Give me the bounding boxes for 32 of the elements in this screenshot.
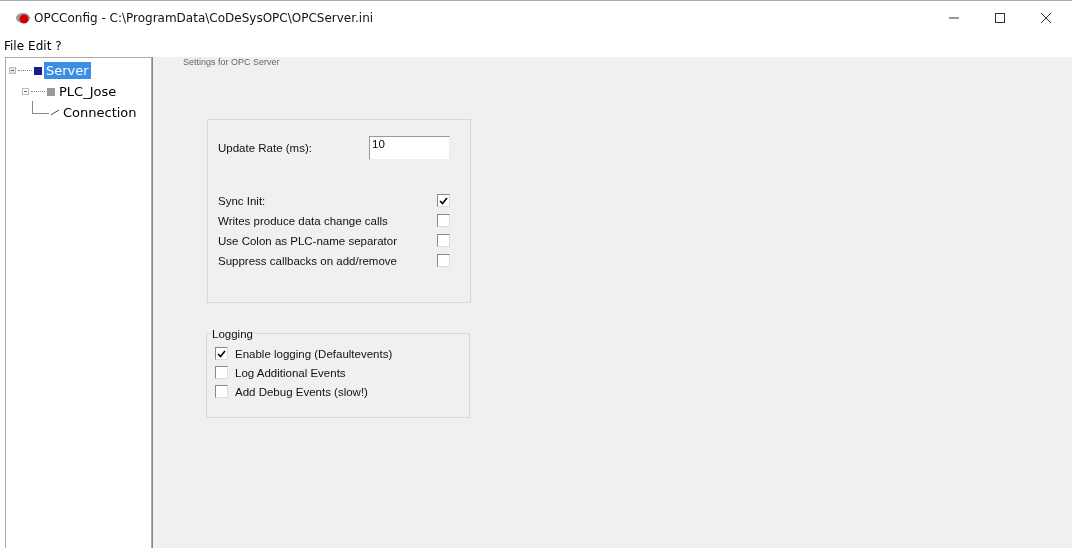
checkbox[interactable] [215,347,228,360]
checkbox[interactable] [215,385,228,398]
option-label: Sync Init: [218,194,266,207]
checkbox[interactable] [437,234,450,247]
field-label: Update Rate (ms): [218,142,312,154]
window-title: OPCConfig - C:\ProgramData\CoDeSysOPC\OPCServer.ini [34,11,374,25]
menu-item[interactable]: ? [55,39,62,53]
checkbox[interactable] [437,194,450,207]
option-label: Enable logging (Defaultevents) [235,347,393,360]
collapse-icon[interactable] [22,88,29,95]
menu-item[interactable]: Edit [28,39,52,53]
group-title: Logging [211,328,254,340]
input-field[interactable]: 10 [369,136,450,160]
connection-icon [51,109,59,116]
menu-item[interactable]: File [4,39,25,53]
option-label: Use Colon as PLC-name separator [218,234,397,247]
app-icon [16,12,30,24]
tree-item[interactable]: Connection [61,104,139,121]
server-icon [34,66,42,75]
option-label: Writes produce data change calls [218,214,388,227]
collapse-icon[interactable] [9,67,16,74]
option-label: Add Debug Events (slow!) [235,385,368,398]
option-label: Log Additional Events [235,366,346,379]
tree-item[interactable]: PLC_Jose [57,83,119,100]
maximize-button[interactable] [994,12,1006,24]
checkbox[interactable] [437,254,450,267]
checkbox[interactable] [215,366,228,379]
panel-title: Settings for OPC Server [183,57,281,67]
close-button[interactable] [1040,12,1052,24]
checkbox[interactable] [437,214,450,227]
device-icon [47,87,55,96]
option-label: Suppress callbacks on add/remove [218,254,397,267]
